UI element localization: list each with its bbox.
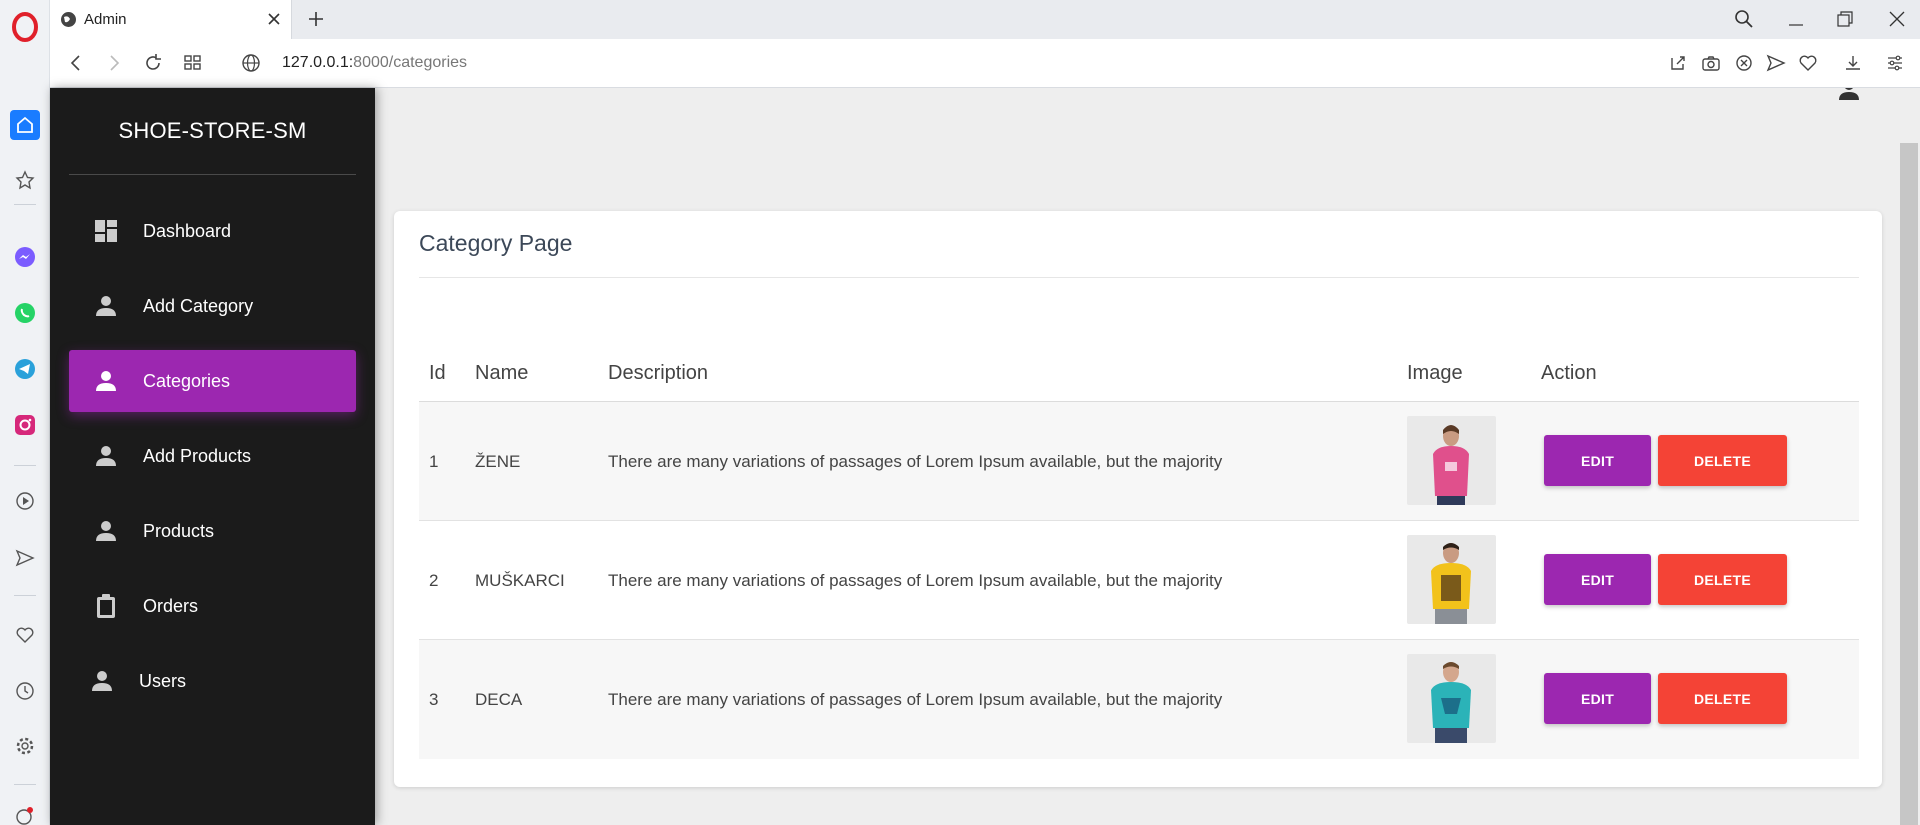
whatsapp-icon[interactable] [10,298,40,328]
edit-button[interactable]: EDIT [1544,435,1651,486]
bookmark-heart-icon[interactable] [1798,53,1818,73]
sidebar-item-products[interactable]: Products [69,500,356,562]
send-icon[interactable] [10,543,40,573]
search-tabs-icon[interactable] [1733,8,1755,30]
column-header-id: Id [429,362,446,384]
sidebar-item-orders[interactable]: Orders [69,575,356,637]
categories-table: Id Name Description Image Action 1 ŽENE … [419,341,1859,759]
sidebar-item-label: Add Products [143,445,252,466]
share-icon[interactable] [1668,53,1688,73]
edit-button[interactable]: EDIT [1544,554,1651,605]
url-path: 8000/categories [353,54,468,71]
person-icon [89,668,115,694]
chat-notification-icon[interactable] [10,800,40,825]
cell-description: There are many variations of passages of… [608,452,1223,471]
player-icon[interactable] [10,486,40,516]
tab-grid-icon[interactable] [182,52,204,74]
category-card: Category Page Id Name Description Image … [394,211,1882,787]
table-row: 1 ŽENE There are many variations of pass… [419,402,1859,521]
messenger-icon[interactable] [10,242,40,272]
table-row: 2 MUŠKARCI There are many variations of … [419,521,1859,640]
tab-title: Admin [84,11,127,28]
url-host: 127.0.0.1: [282,54,354,71]
cell-id: 2 [429,571,439,590]
cell-description: There are many variations of passages of… [608,690,1223,709]
admin-sidebar: SHOE-STORE-SM Dashboard Add Category Cat… [50,88,375,825]
delete-button[interactable]: DELETE [1658,554,1787,605]
easy-setup-icon[interactable] [1885,53,1905,73]
page-scrollbar[interactable] [1900,143,1918,825]
clipboard-icon [93,593,119,619]
heart-icon[interactable] [10,620,40,650]
address-bar: 127.0.0.1:8000/categories [50,39,1920,88]
restore-window-icon[interactable] [1834,8,1856,30]
telegram-icon[interactable] [10,354,40,384]
page-title: Category Page [419,230,573,256]
category-image [1407,416,1496,505]
delete-button[interactable]: DELETE [1658,435,1787,486]
sidebar-item-label: Orders [143,595,199,616]
person-icon [93,443,119,469]
minimize-window-icon[interactable] [1785,8,1807,30]
sidebar-item-dashboard[interactable]: Dashboard [69,200,356,262]
column-header-description: Description [608,362,709,384]
sidebar-item-label: Categories [143,370,231,391]
cell-id: 3 [429,690,439,709]
column-header-image: Image [1407,362,1463,384]
user-account-icon[interactable] [1838,88,1860,100]
settings-gear-icon[interactable] [10,731,40,761]
title-divider [419,277,1859,278]
instagram-icon[interactable] [10,410,40,440]
category-image [1407,535,1496,624]
sidebar-item-label: Add Category [143,295,254,316]
back-icon[interactable] [65,52,87,74]
sidebar-item-label: Users [139,670,187,691]
sidebar-item-label: Dashboard [143,220,232,241]
column-header-name: Name [475,362,529,384]
cell-id: 1 [429,452,439,471]
send-to-flow-icon[interactable] [1766,53,1786,73]
cell-name: DECA [475,690,523,709]
site-globe-icon [61,12,76,27]
url-field[interactable]: 127.0.0.1:8000/categories [282,54,467,72]
sidebar-item-categories[interactable]: Categories [69,350,356,412]
column-header-action: Action [1541,362,1597,384]
home-icon[interactable] [10,110,40,140]
sidebar-item-users[interactable]: Users [69,650,356,712]
delete-button[interactable]: DELETE [1658,673,1787,724]
person-icon [93,368,119,394]
brand-title[interactable]: SHOE-STORE-SM [50,118,375,144]
person-icon [93,518,119,544]
person-icon [93,293,119,319]
dashboard-icon [93,218,119,244]
sidebar-item-label: Products [143,520,215,541]
adblock-icon[interactable] [1734,53,1754,73]
cell-description: There are many variations of passages of… [608,571,1223,590]
cell-name: ŽENE [475,452,521,471]
brand-divider [69,174,356,175]
sidebar-item-add-category[interactable]: Add Category [69,275,356,337]
forward-icon[interactable] [103,52,125,74]
speed-dial-icon[interactable] [10,165,40,195]
browser-tab[interactable]: Admin [50,0,292,39]
table-header: Id Name Description Image Action [419,341,1859,402]
edit-button[interactable]: EDIT [1544,673,1651,724]
history-icon[interactable] [10,676,40,706]
table-row: 3 DECA There are many variations of pass… [419,640,1859,759]
tab-bar: Admin [50,0,1920,39]
download-icon[interactable] [1843,53,1863,73]
browser-sidebar [0,0,50,825]
cell-name: MUŠKARCI [475,571,565,590]
category-image [1407,654,1496,743]
close-window-icon[interactable] [1886,8,1908,30]
new-tab-icon[interactable] [305,8,327,30]
reload-icon[interactable] [142,52,164,74]
site-info-globe-icon[interactable] [240,52,262,74]
snapshot-camera-icon[interactable] [1701,53,1721,73]
close-tab-icon[interactable] [265,10,283,28]
opera-logo-icon[interactable] [12,12,38,42]
sidebar-item-add-products[interactable]: Add Products [69,425,356,487]
